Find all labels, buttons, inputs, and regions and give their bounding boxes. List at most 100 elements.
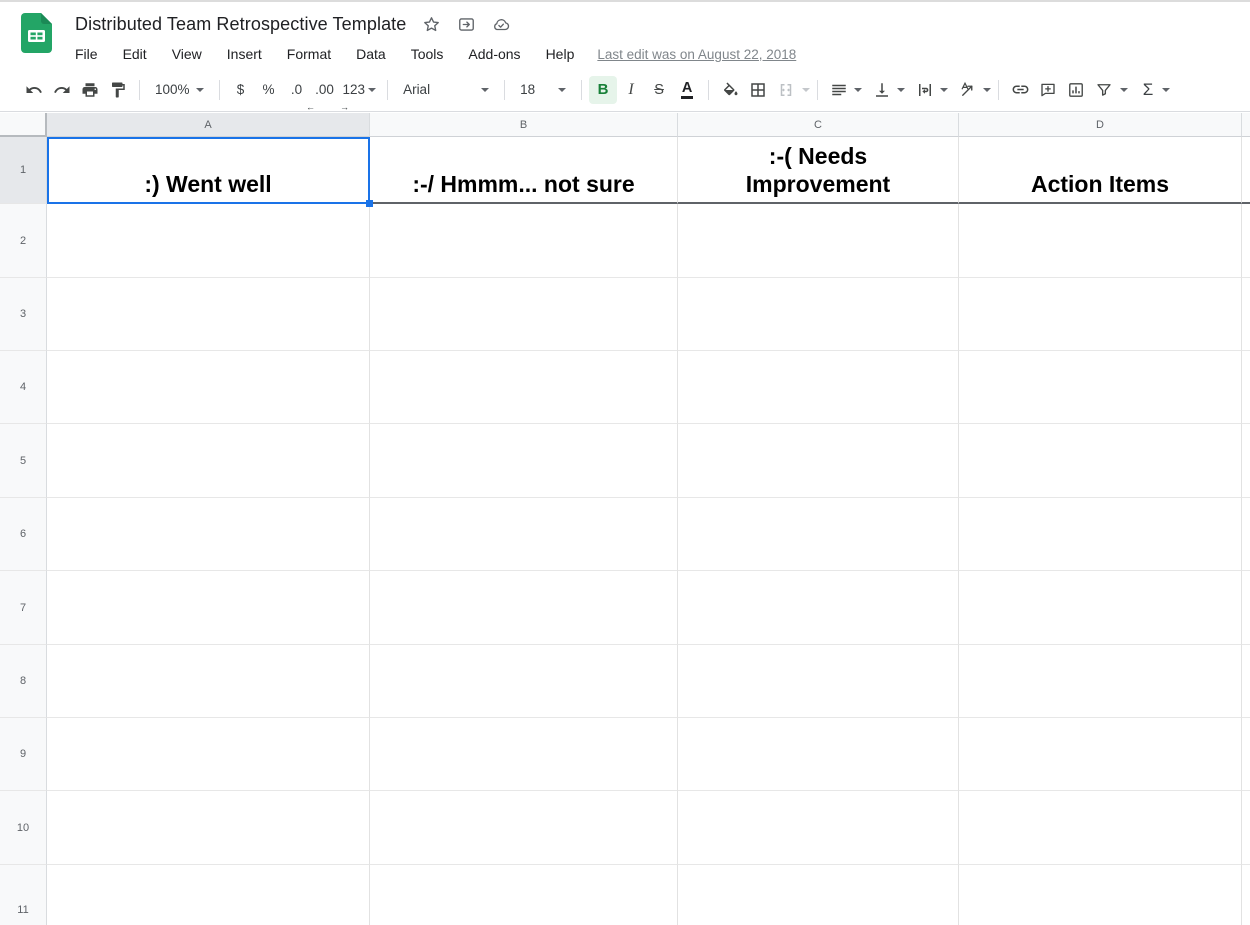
cell-C8[interactable]	[678, 645, 959, 718]
cell-B1[interactable]: :-/ Hmmm... not sure	[370, 137, 678, 204]
horizontal-align-dropdown[interactable]	[854, 88, 862, 92]
cell-A5[interactable]	[47, 424, 370, 498]
cell-A4[interactable]	[47, 351, 370, 424]
cell-D1[interactable]: Action Items	[959, 137, 1242, 204]
cell-x7[interactable]	[1242, 571, 1250, 645]
cell-D4[interactable]	[959, 351, 1242, 424]
google-sheets-logo-icon[interactable]	[21, 13, 52, 53]
cell-x5[interactable]	[1242, 424, 1250, 498]
cell-B3[interactable]	[370, 278, 678, 351]
cell-A2[interactable]	[47, 204, 370, 278]
row-header-2[interactable]: 2	[0, 204, 47, 278]
document-title[interactable]: Distributed Team Retrospective Template	[75, 14, 406, 35]
cell-C9[interactable]	[678, 718, 959, 791]
cell-D11[interactable]	[959, 865, 1242, 925]
merge-options-dropdown[interactable]	[802, 88, 810, 92]
filter-dropdown[interactable]	[1120, 88, 1128, 92]
cell-D5[interactable]	[959, 424, 1242, 498]
cell-C6[interactable]	[678, 498, 959, 571]
font-size-select[interactable]: 18	[512, 76, 574, 104]
cell-D8[interactable]	[959, 645, 1242, 718]
column-header-c[interactable]: C	[678, 113, 959, 137]
cell-B2[interactable]	[370, 204, 678, 278]
decrease-decimal-button[interactable]: .0←	[283, 76, 311, 104]
fill-color-button[interactable]	[716, 76, 744, 104]
cell-x4[interactable]	[1242, 351, 1250, 424]
text-color-button[interactable]: A	[673, 76, 701, 104]
column-header-b[interactable]: B	[370, 113, 678, 137]
text-wrap-button[interactable]	[911, 76, 939, 104]
cell-D2[interactable]	[959, 204, 1242, 278]
cell-D3[interactable]	[959, 278, 1242, 351]
row-header-10[interactable]: 10	[0, 791, 47, 865]
cell-D10[interactable]	[959, 791, 1242, 865]
cell-C7[interactable]	[678, 571, 959, 645]
cell-B8[interactable]	[370, 645, 678, 718]
row-header-1[interactable]: 1	[0, 137, 47, 204]
functions-dropdown[interactable]	[1162, 88, 1170, 92]
bold-button[interactable]: B	[589, 76, 617, 104]
cell-C10[interactable]	[678, 791, 959, 865]
column-header-d[interactable]: D	[959, 113, 1242, 137]
menu-tools[interactable]: Tools	[404, 44, 451, 64]
increase-decimal-button[interactable]: .00→	[311, 76, 339, 104]
functions-button[interactable]: Σ	[1134, 76, 1162, 104]
cell-x9[interactable]	[1242, 718, 1250, 791]
cell-A1[interactable]: :) Went well	[47, 137, 370, 204]
menu-view[interactable]: View	[165, 44, 209, 64]
undo-button[interactable]	[20, 76, 48, 104]
merge-cells-button[interactable]	[772, 76, 800, 104]
cloud-saved-icon[interactable]	[491, 15, 511, 35]
italic-button[interactable]: I	[617, 76, 645, 104]
format-currency-button[interactable]: $	[227, 76, 255, 104]
cell-x3[interactable]	[1242, 278, 1250, 351]
move-to-folder-icon[interactable]	[456, 15, 476, 35]
insert-link-button[interactable]	[1006, 76, 1034, 104]
borders-button[interactable]	[744, 76, 772, 104]
row-header-3[interactable]: 3	[0, 278, 47, 351]
font-family-select[interactable]: Arial	[395, 76, 497, 104]
cell-B7[interactable]	[370, 571, 678, 645]
cell-C3[interactable]	[678, 278, 959, 351]
cell-B11[interactable]	[370, 865, 678, 925]
cell-C1[interactable]: :-( Needs Improvement	[678, 137, 959, 204]
text-rotation-button[interactable]	[954, 76, 982, 104]
paint-format-button[interactable]	[104, 76, 132, 104]
cell-C4[interactable]	[678, 351, 959, 424]
text-rotation-dropdown[interactable]	[983, 88, 991, 92]
horizontal-align-button[interactable]	[825, 76, 853, 104]
column-header-overflow[interactable]	[1242, 113, 1250, 137]
cell-B10[interactable]	[370, 791, 678, 865]
cell-D7[interactable]	[959, 571, 1242, 645]
strikethrough-button[interactable]: S	[645, 76, 673, 104]
cell-x1[interactable]	[1242, 137, 1250, 204]
menu-addons[interactable]: Add-ons	[461, 44, 527, 64]
menu-help[interactable]: Help	[539, 44, 582, 64]
row-header-7[interactable]: 7	[0, 571, 47, 645]
cell-D9[interactable]	[959, 718, 1242, 791]
fill-handle[interactable]	[366, 200, 373, 207]
row-header-8[interactable]: 8	[0, 645, 47, 718]
cell-A3[interactable]	[47, 278, 370, 351]
cell-A11[interactable]	[47, 865, 370, 925]
column-header-a[interactable]: A	[47, 113, 370, 137]
vertical-align-button[interactable]	[868, 76, 896, 104]
cell-B4[interactable]	[370, 351, 678, 424]
more-formats-button[interactable]: 123	[339, 76, 381, 104]
cell-x11[interactable]	[1242, 865, 1250, 925]
row-header-4[interactable]: 4	[0, 351, 47, 424]
cell-x2[interactable]	[1242, 204, 1250, 278]
insert-comment-button[interactable]	[1034, 76, 1062, 104]
menu-insert[interactable]: Insert	[220, 44, 269, 64]
row-header-11[interactable]: 11	[0, 865, 47, 925]
cell-C11[interactable]	[678, 865, 959, 925]
menu-format[interactable]: Format	[280, 44, 338, 64]
cell-A6[interactable]	[47, 498, 370, 571]
format-percent-button[interactable]: %	[255, 76, 283, 104]
filter-button[interactable]	[1090, 76, 1118, 104]
cell-B5[interactable]	[370, 424, 678, 498]
cell-A8[interactable]	[47, 645, 370, 718]
cell-C2[interactable]	[678, 204, 959, 278]
cell-x10[interactable]	[1242, 791, 1250, 865]
redo-button[interactable]	[48, 76, 76, 104]
